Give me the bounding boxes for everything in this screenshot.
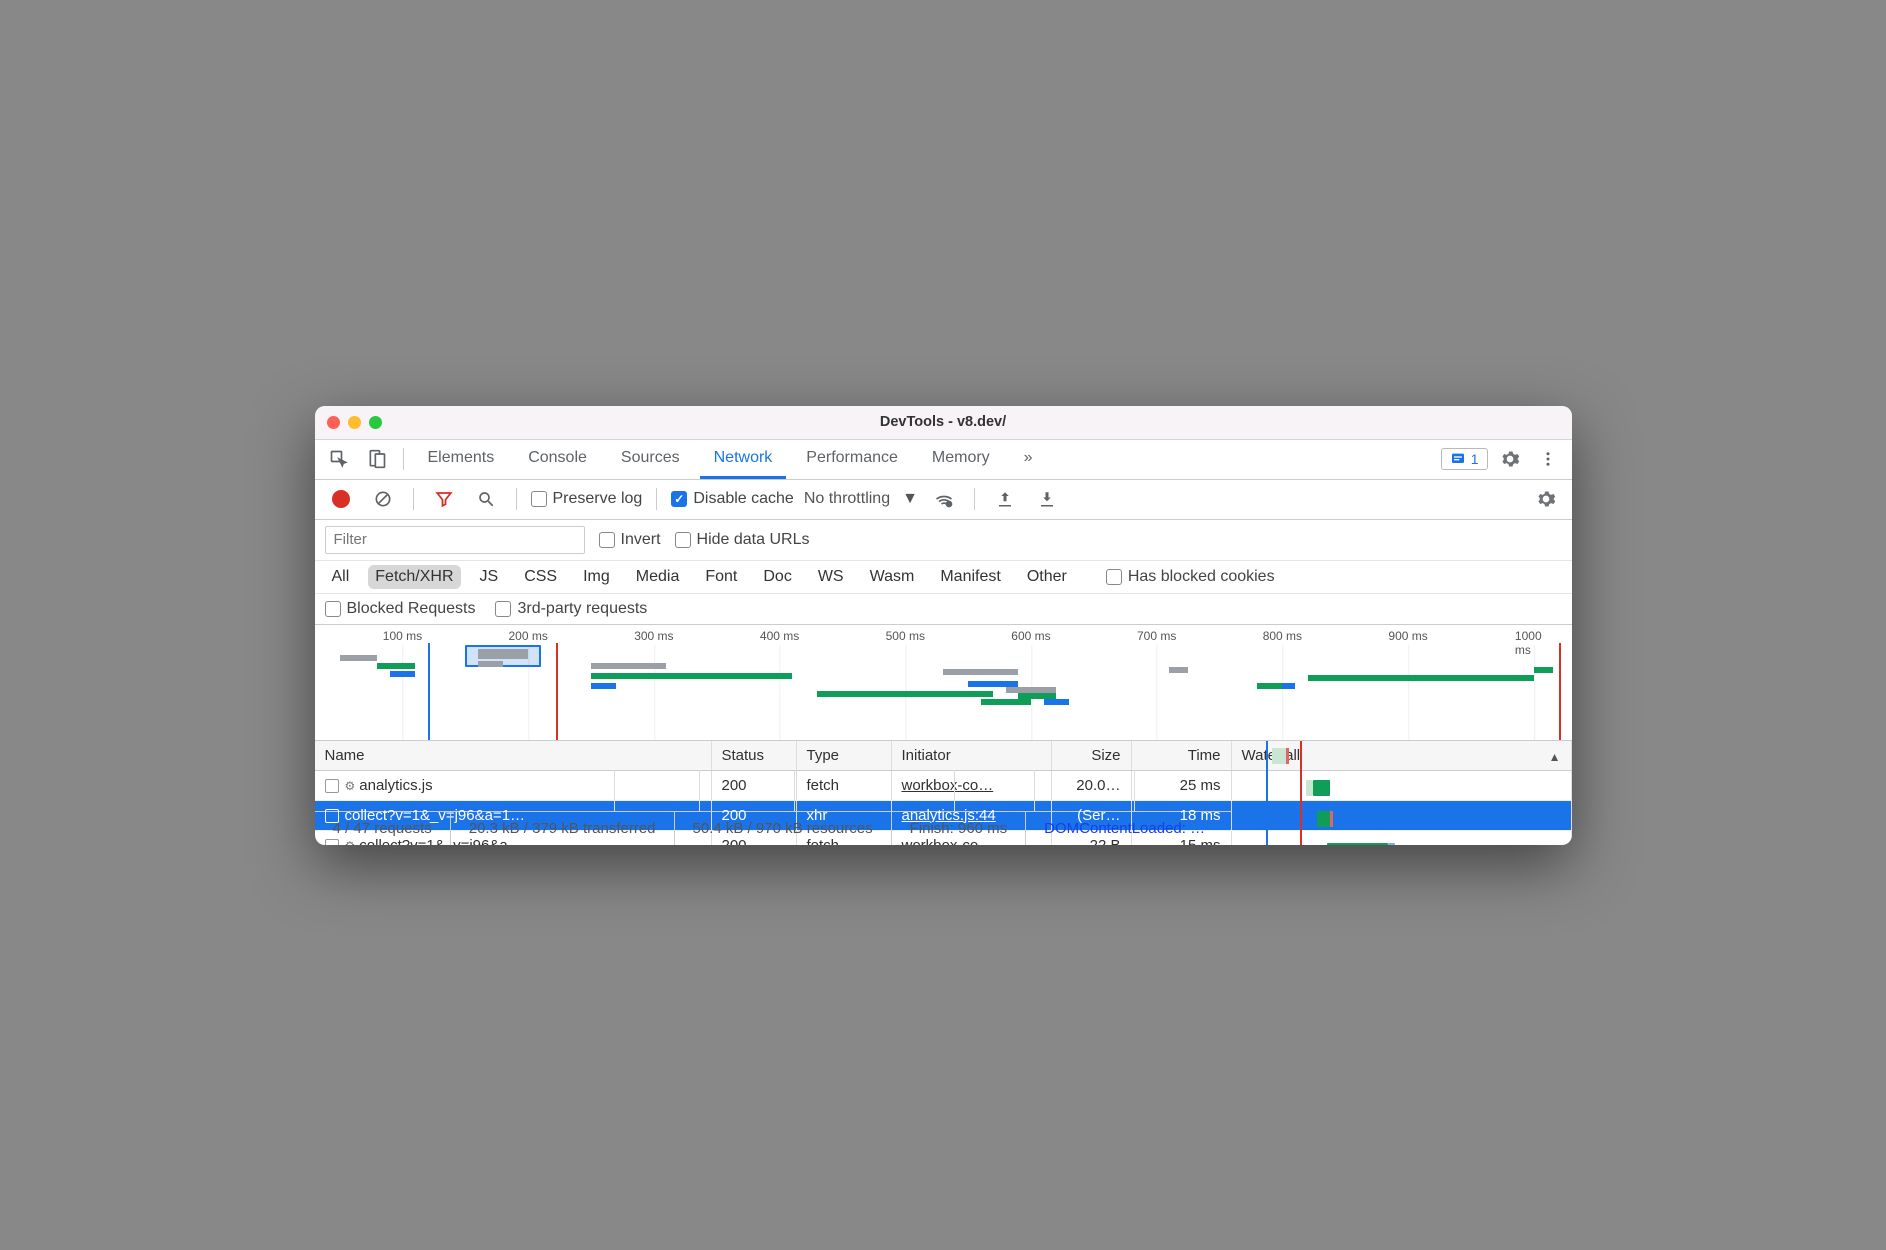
third-party-checkbox[interactable]: 3rd-party requests <box>495 600 647 618</box>
type-js[interactable]: JS <box>473 565 506 589</box>
status-finish: Finish: 960 ms <box>892 812 1027 845</box>
invert-checkbox[interactable]: Invert <box>599 531 661 549</box>
network-conditions-icon[interactable] <box>928 483 960 515</box>
type-css[interactable]: CSS <box>517 565 564 589</box>
hide-data-urls-label: Hide data URLs <box>697 531 810 549</box>
device-toggle-icon[interactable] <box>361 443 393 475</box>
tick-label: 600 ms <box>1011 629 1050 643</box>
window-titlebar: DevTools - v8.dev/ <box>315 406 1572 440</box>
kebab-menu-icon[interactable] <box>1532 443 1564 475</box>
col-waterfall[interactable]: Waterfall▲ <box>1231 741 1571 771</box>
tab-elements[interactable]: Elements <box>414 440 509 479</box>
tick-label: 800 ms <box>1263 629 1302 643</box>
invert-label: Invert <box>621 531 661 549</box>
filter-row: Invert Hide data URLs <box>315 520 1572 561</box>
request-waterfall-cell <box>1231 770 1571 800</box>
divider <box>974 488 975 510</box>
status-transferred: 20.3 kB / 379 kB transferred <box>451 812 675 845</box>
chevron-down-icon: ▼ <box>902 490 918 508</box>
tick-label: 200 ms <box>509 629 548 643</box>
record-button[interactable] <box>325 483 357 515</box>
type-all[interactable]: All <box>325 565 357 589</box>
divider <box>413 488 414 510</box>
tab-sources[interactable]: Sources <box>607 440 694 479</box>
filter-funnel-icon[interactable] <box>428 483 460 515</box>
blocked-req-label: Blocked Requests <box>347 600 476 618</box>
devtools-window: DevTools - v8.dev/ Elements Console Sour… <box>315 406 1572 845</box>
upload-har-icon[interactable] <box>989 483 1021 515</box>
traffic-lights <box>327 416 382 429</box>
status-resources: 50.4 kB / 970 kB resources <box>675 812 892 845</box>
type-fetchxhr[interactable]: Fetch/XHR <box>368 565 460 589</box>
clear-button[interactable] <box>367 483 399 515</box>
tab-performance[interactable]: Performance <box>792 440 912 479</box>
dcl-line <box>428 643 430 740</box>
overview-timeline[interactable]: 100 ms 200 ms 300 ms 400 ms 500 ms 600 m… <box>315 625 1572 741</box>
col-size[interactable]: Size <box>1051 741 1131 771</box>
type-manifest[interactable]: Manifest <box>933 565 1007 589</box>
overview-track <box>315 643 1572 740</box>
resource-type-filter: All Fetch/XHR JS CSS Img Media Font Doc … <box>315 561 1572 594</box>
disable-cache-checkbox[interactable]: ✓ Disable cache <box>671 490 794 508</box>
issues-count: 1 <box>1471 451 1479 467</box>
status-dcl: DOMContentLoaded: … <box>1026 812 1223 845</box>
panel-settings-gear-icon[interactable] <box>1530 483 1562 515</box>
type-other[interactable]: Other <box>1020 565 1074 589</box>
has-blocked-label: Has blocked cookies <box>1128 568 1275 586</box>
network-toolbar: Preserve log ✓ Disable cache No throttli… <box>315 480 1572 520</box>
minimize-dot[interactable] <box>348 416 361 429</box>
divider <box>403 448 404 470</box>
col-name[interactable]: Name <box>315 741 712 771</box>
search-icon[interactable] <box>470 483 502 515</box>
type-doc[interactable]: Doc <box>756 565 798 589</box>
col-status[interactable]: Status <box>711 741 796 771</box>
tick-label: 500 ms <box>886 629 925 643</box>
col-initiator[interactable]: Initiator <box>891 741 1051 771</box>
table-header-row: Name Status Type Initiator Size Time Wat… <box>315 741 1572 771</box>
settings-gear-icon[interactable] <box>1494 443 1526 475</box>
tick-label: 900 ms <box>1388 629 1427 643</box>
preserve-log-checkbox[interactable]: Preserve log <box>531 490 643 508</box>
has-blocked-cookies-checkbox[interactable]: Has blocked cookies <box>1106 568 1275 586</box>
col-time[interactable]: Time <box>1131 741 1231 771</box>
throttling-select[interactable]: No throttling ▼ <box>804 490 918 508</box>
tick-label: 300 ms <box>634 629 673 643</box>
type-font[interactable]: Font <box>698 565 744 589</box>
third-party-label: 3rd-party requests <box>517 600 647 618</box>
window-title: DevTools - v8.dev/ <box>315 414 1572 430</box>
close-dot[interactable] <box>327 416 340 429</box>
main-tab-bar: Elements Console Sources Network Perform… <box>315 440 1572 480</box>
request-waterfall-cell <box>1231 800 1571 830</box>
filter-input[interactable] <box>325 526 585 554</box>
type-img[interactable]: Img <box>576 565 617 589</box>
inspect-icon[interactable] <box>323 443 355 475</box>
download-har-icon[interactable] <box>1031 483 1063 515</box>
hide-data-urls-checkbox[interactable]: Hide data URLs <box>675 531 810 549</box>
tab-console[interactable]: Console <box>514 440 601 479</box>
extra-filters: Blocked Requests 3rd-party requests <box>315 594 1572 625</box>
tick-label: 100 ms <box>383 629 422 643</box>
divider <box>656 488 657 510</box>
tab-memory[interactable]: Memory <box>918 440 1004 479</box>
sort-asc-icon: ▲ <box>1549 750 1561 764</box>
type-media[interactable]: Media <box>629 565 687 589</box>
tick-label: 400 ms <box>760 629 799 643</box>
type-ws[interactable]: WS <box>811 565 851 589</box>
type-wasm[interactable]: Wasm <box>863 565 922 589</box>
col-type[interactable]: Type <box>796 741 891 771</box>
tab-more[interactable]: » <box>1010 440 1047 479</box>
status-requests: 4 / 47 requests <box>315 812 451 845</box>
zoom-dot[interactable] <box>369 416 382 429</box>
blocked-requests-checkbox[interactable]: Blocked Requests <box>325 600 476 618</box>
tick-label: 700 ms <box>1137 629 1176 643</box>
tab-network[interactable]: Network <box>700 440 787 479</box>
issues-badge[interactable]: 1 <box>1441 448 1488 470</box>
preserve-log-label: Preserve log <box>553 490 643 508</box>
request-waterfall-cell <box>1231 830 1571 845</box>
load-line <box>556 643 558 740</box>
throttling-value: No throttling <box>804 490 890 508</box>
disable-cache-label: Disable cache <box>693 490 794 508</box>
end-line <box>1559 643 1561 740</box>
divider <box>516 488 517 510</box>
